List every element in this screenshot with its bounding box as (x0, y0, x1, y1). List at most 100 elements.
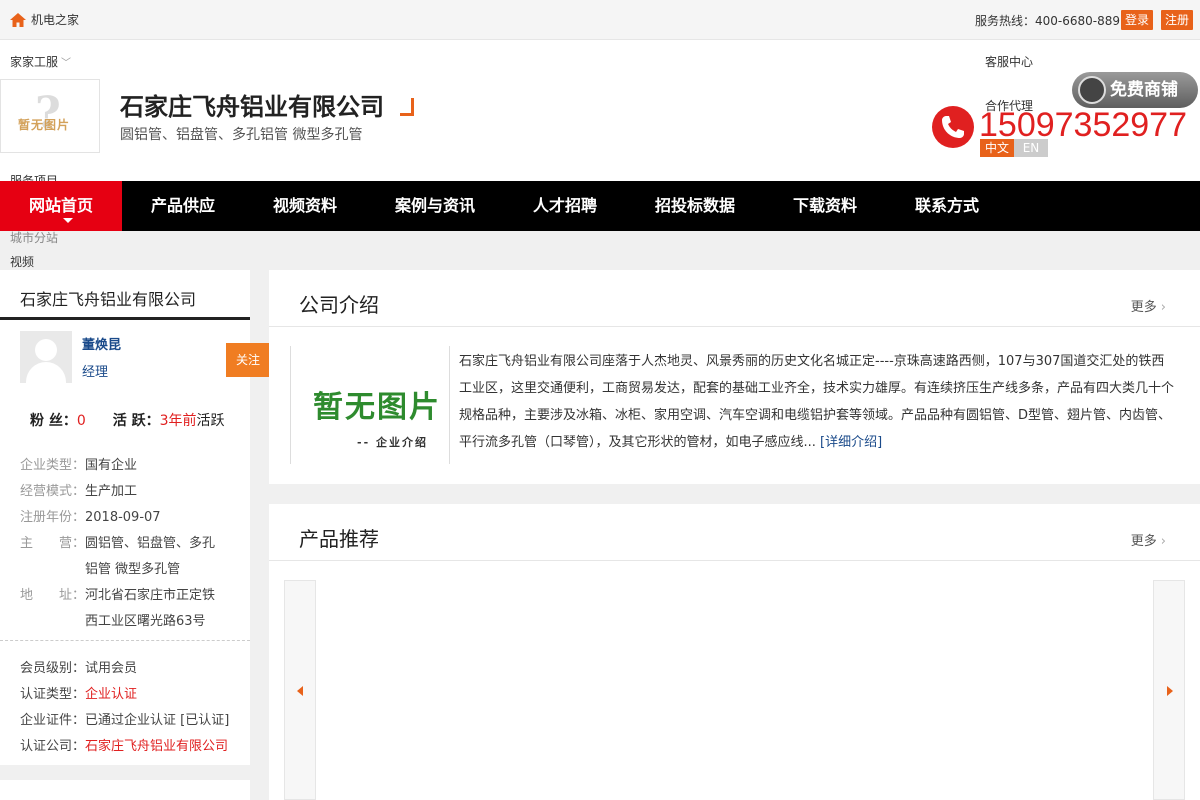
carousel-next-button[interactable] (1153, 580, 1185, 800)
free-shop-badge[interactable]: 免费商铺 (1072, 72, 1198, 108)
nav-jobs[interactable]: 人才招聘 (533, 181, 597, 231)
info-row: 经营模式：生产加工 (20, 480, 137, 499)
intro-more-link[interactable]: 更多 › (1131, 296, 1166, 315)
info-value: 西工业区曙光路63号 (85, 614, 206, 629)
active-label: 活 跃： (112, 413, 160, 429)
info-value: 生产加工 (85, 484, 138, 499)
chevron-right-icon: › (1160, 300, 1166, 315)
chevron-right-icon: › (1160, 534, 1166, 549)
contact-person-role: 经理 (82, 365, 109, 380)
info-label: 注册年份： (20, 510, 86, 525)
intro-image-subtext: -- 企业介绍 (357, 436, 428, 449)
member-label: 认证公司： (20, 739, 86, 754)
site-name: 机电之家 (31, 13, 80, 27)
nav-bidding[interactable]: 招投标数据 (655, 181, 735, 231)
info-label: 经营模式： (20, 484, 86, 499)
fans-label: 粉 丝： (30, 413, 77, 429)
member-row: 认证公司：石家庄飞舟铝业有限公司 (20, 735, 228, 754)
register-button[interactable]: 注册 (1161, 10, 1194, 30)
member-row: 企业证件：已通过企业认证 [已认证] (20, 709, 229, 728)
top-bar: 机电之家 服务热线：400-6680-889 登录 注册 (0, 0, 1200, 40)
company-sidebar: 石家庄飞舟铝业有限公司 董焕昆 经理 关注 粉 丝：0 活 跃：3年前活跃 企业… (0, 270, 270, 765)
info-label: 企业类型： (20, 458, 86, 473)
active-suffix: 活跃 (196, 413, 225, 429)
nav-contact[interactable]: 联系方式 (915, 181, 979, 231)
products-more-link[interactable]: 更多 › (1131, 530, 1166, 549)
shield-icon (1078, 76, 1106, 104)
home-icon (10, 12, 26, 27)
company-name: 石家庄飞舟铝业有限公司 (120, 93, 384, 121)
phone-icon (932, 106, 974, 148)
info-row: 主 营：圆铝管、铝盘管、多孔 (20, 532, 215, 551)
video-link[interactable]: 视频 (10, 253, 34, 270)
dropdown-family-service-label: 家家工服 (10, 55, 59, 69)
info-value: 2018-09-07 (85, 510, 161, 525)
sidebar-second-panel (0, 780, 250, 800)
member-value: 已通过企业认证 [已认证] (85, 713, 230, 728)
info-value: 河北省石家庄市正定铁 (85, 588, 216, 603)
intro-text: 石家庄飞舟铝业有限公司座落于人杰地灵、风景秀丽的历史文化名城正定----京珠高速… (459, 348, 1174, 456)
title-corner-decoration (400, 98, 414, 116)
detail-link[interactable]: [详细介绍] (820, 435, 882, 450)
avatar (20, 331, 72, 383)
panel-divider (269, 560, 1200, 561)
caret-left-icon (297, 686, 303, 696)
nav-downloads[interactable]: 下载资料 (793, 181, 857, 231)
shop-header: 家家工服 ﹀ 客服中心 合作代理 ? 暂无图片 石家庄飞舟铝业有限公司 圆铝管、铝… (0, 40, 1200, 188)
info-row: 企业类型：国有企业 (20, 454, 137, 473)
nav-home[interactable]: 网站首页 城市分站 (0, 181, 122, 245)
sidebar-divider (0, 640, 250, 641)
member-value: 石家庄飞舟铝业有限公司 (85, 739, 229, 754)
info-value: 圆铝管、铝盘管、多孔 (85, 536, 216, 551)
home-link[interactable]: 机电之家 (10, 11, 79, 28)
info-label: 主 营： (20, 536, 86, 551)
stats-line: 粉 丝：0 活 跃：3年前活跃 (30, 410, 225, 430)
info-value: 铝管 微型多孔管 (85, 562, 181, 577)
logo-placeholder-text: 暂无图片 (18, 118, 71, 132)
company-main-products: 圆铝管、铝盘管、多孔铝管 微型多孔管 (120, 127, 363, 143)
intro-paragraph: 石家庄飞舟铝业有限公司座落于人杰地灵、风景秀丽的历史文化名城正定----京珠高速… (459, 354, 1175, 450)
product-recommend-panel: 产品推荐 更多 › (269, 504, 1200, 800)
fans-count: 0 (76, 413, 86, 429)
active-value: 3年前 (159, 413, 197, 429)
login-button[interactable]: 登录 (1121, 10, 1154, 30)
member-value: 企业认证 (85, 687, 138, 702)
company-logo: ? 暂无图片 (0, 79, 100, 153)
info-row: 地 址：河北省石家庄市正定铁 (20, 584, 215, 603)
free-shop-label: 免费商铺 (1110, 80, 1178, 100)
main-nav: 网站首页 城市分站 产品供应 视频资料 案例与资讯 人才招聘 招投标数据 下载资… (0, 181, 1200, 245)
caret-down-icon (63, 218, 73, 223)
products-title: 产品推荐 (299, 527, 379, 551)
member-label: 企业证件： (20, 713, 86, 728)
info-row: 注册年份：2018-09-07 (20, 506, 161, 525)
products-more-label: 更多 (1130, 534, 1157, 549)
dropdown-family-service[interactable]: 家家工服 ﹀ (10, 53, 71, 70)
sidebar-company-name: 石家庄飞舟铝业有限公司 (20, 290, 197, 309)
intro-image: 暂无图片 -- 企业介绍 (290, 346, 450, 464)
member-value: 试用会员 (85, 661, 138, 676)
intro-title: 公司介绍 (299, 293, 379, 317)
customer-service-link[interactable]: 客服中心 (985, 53, 1033, 70)
member-row: 会员级别：试用会员 (20, 657, 137, 676)
hotline-text: 服务热线：400-6680-889 (975, 14, 1121, 28)
member-label: 会员级别： (20, 661, 86, 676)
company-intro-panel: 公司介绍 更多 › 暂无图片 -- 企业介绍 石家庄飞舟铝业有限公司座落于人杰地灵… (269, 270, 1200, 484)
caret-right-icon (1167, 686, 1173, 696)
info-label: 地 址： (20, 588, 86, 603)
intro-more-label: 更多 (1130, 300, 1157, 315)
lang-cn-button[interactable]: 中文 (980, 139, 1015, 157)
chevron-down-icon: ﹀ (61, 58, 72, 69)
nav-cases-news[interactable]: 案例与资讯 (395, 181, 475, 231)
panel-divider (269, 326, 1200, 327)
nav-videos[interactable]: 视频资料 (273, 181, 337, 231)
sidebar-title-underline (0, 317, 250, 320)
carousel-prev-button[interactable] (284, 580, 316, 800)
info-row: 西工业区曙光路63号 (20, 610, 206, 629)
member-row: 认证类型：企业认证 (20, 683, 137, 702)
follow-button[interactable]: 关注 (226, 343, 270, 377)
nav-products[interactable]: 产品供应 (151, 181, 215, 231)
intro-image-text: 暂无图片 (313, 390, 441, 425)
contact-person-name[interactable]: 董焕昆 (82, 334, 121, 353)
lang-en-button[interactable]: EN (1014, 139, 1048, 157)
member-label: 认证类型： (20, 687, 86, 702)
